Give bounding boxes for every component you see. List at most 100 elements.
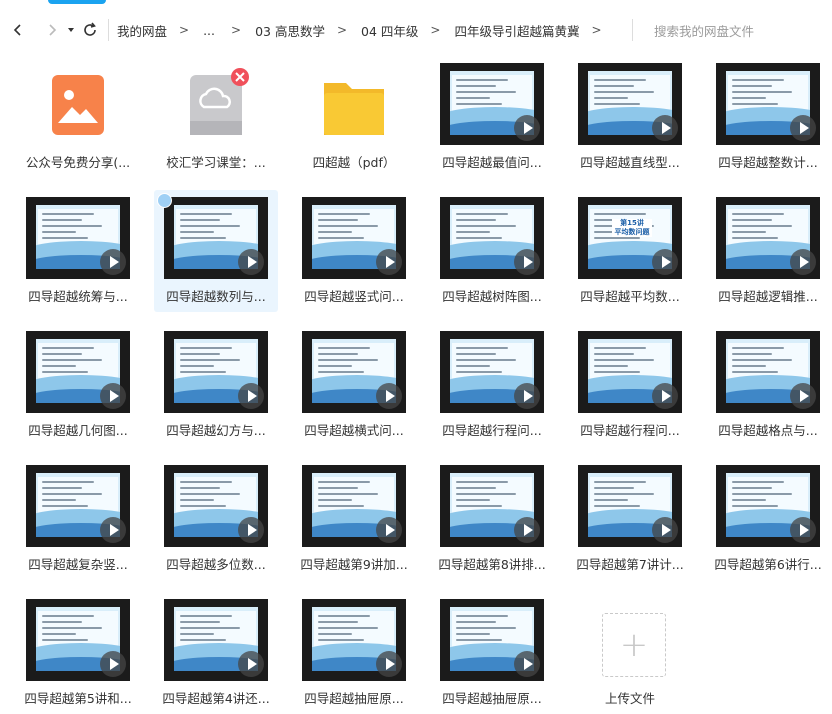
play-icon[interactable] [238,517,264,543]
video-thumbnail [26,197,130,279]
file-item[interactable]: 公众号免费分享(... [16,56,140,178]
refresh-button[interactable] [78,18,102,42]
video-thumbnail [578,465,682,547]
breadcrumb-item-root[interactable]: 我的网盘 [117,21,167,40]
file-name-label: 四导超越复杂竖... [28,557,128,572]
play-icon[interactable] [376,383,402,409]
slide-text-line [594,371,640,373]
plus-icon[interactable]: + [602,613,666,677]
file-item[interactable]: 第15讲 平均数问题 四导超越平均数... [568,190,692,312]
file-item[interactable]: 四导超越最值问... [430,56,554,178]
play-icon[interactable] [100,651,126,677]
file-name-label: 四导超越抽屉原... [442,691,542,706]
file-item[interactable]: 四导超越第5讲和... [16,592,140,714]
file-name-label: 四导超越最值问... [442,155,542,170]
breadcrumb-separator: > [231,23,242,37]
video-thumbnail [26,465,130,547]
play-icon[interactable] [238,651,264,677]
file-item[interactable]: 四导超越行程问... [430,324,554,446]
file-item[interactable]: 四导超越数列与... [154,190,278,312]
slide-text-line [42,499,76,501]
slide-text-line [594,481,646,483]
selection-checkbox[interactable] [157,193,172,208]
play-icon[interactable] [790,517,816,543]
file-name-label: 四导超越树阵图... [442,289,542,304]
breadcrumb-item-current[interactable]: 四年级导引超越篇黄冀 [454,21,579,40]
video-thumbnail [302,197,406,279]
play-icon[interactable] [514,651,540,677]
slide-text-line [732,359,792,361]
file-item[interactable]: 四导超越几何图... [16,324,140,446]
file-item[interactable]: 四导超越竖式问... [292,190,416,312]
video-thumbnail [164,197,268,279]
slide-text-line [732,103,778,105]
upload-tile: + [568,599,692,681]
play-icon[interactable] [790,115,816,141]
file-item[interactable]: 四导超越多位数... [154,458,278,580]
file-item[interactable]: 四导超越抽屉原... [292,592,416,714]
play-icon[interactable] [790,249,816,275]
slide-text-line [732,499,766,501]
breadcrumb-item-gaosi[interactable]: 03 高思数学 [255,21,325,40]
file-item[interactable]: 四导超越幻方与... [154,324,278,446]
slide-text-line [456,91,516,93]
file-item[interactable]: 四导超越树阵图... [430,190,554,312]
play-icon[interactable] [790,383,816,409]
play-icon[interactable] [652,115,678,141]
play-icon[interactable] [238,383,264,409]
toolbar: 我的网盘 > ... > 03 高思数学 > 04 四年级 > 四年级导引超越篇… [0,12,832,48]
file-item[interactable]: 四导超越抽屉原... [430,592,554,714]
file-item[interactable]: 四导超越第9讲加... [292,458,416,580]
play-icon[interactable] [652,249,678,275]
file-name-label: 四导超越幻方与... [166,423,266,438]
file-item[interactable]: 四导超越复杂竖... [16,458,140,580]
breadcrumb-separator: > [430,23,441,37]
file-name-label: 四导超越第9讲加... [300,557,408,572]
slide-text-line [594,365,628,367]
slide-text-line [318,213,370,215]
play-icon[interactable] [652,517,678,543]
file-item[interactable]: 四导超越第4讲还... [154,592,278,714]
slide-text-line [456,97,490,99]
history-dropdown-button[interactable] [64,18,78,42]
play-icon[interactable] [652,383,678,409]
breadcrumb-item-ellipsis[interactable]: ... [203,23,215,38]
play-icon[interactable] [514,383,540,409]
back-button[interactable] [6,18,30,42]
file-item[interactable]: 四导超越第7讲计... [568,458,692,580]
file-name-label: 四导超越整数计... [718,155,818,170]
play-icon[interactable] [100,517,126,543]
slide-text-line [318,627,378,629]
search-input[interactable] [642,16,832,46]
file-item[interactable]: 四导超越第8讲排... [430,458,554,580]
slide-text-line [456,371,502,373]
video-thumbnail [440,63,544,145]
forward-button[interactable] [40,18,64,42]
play-icon[interactable] [376,517,402,543]
play-icon[interactable] [238,249,264,275]
file-item[interactable]: 校汇学习课堂：... [154,56,278,178]
play-icon[interactable] [100,383,126,409]
play-icon[interactable] [376,651,402,677]
file-item[interactable]: 四导超越统筹与... [16,190,140,312]
play-icon[interactable] [514,517,540,543]
file-item[interactable]: 四导超越整数计... [706,56,830,178]
file-item[interactable]: 四导超越直线型... [568,56,692,178]
upload-file-button[interactable]: + 上传文件 [568,592,692,714]
play-icon[interactable] [100,249,126,275]
file-item[interactable]: 四导超越第6讲行... [706,458,830,580]
slide-text-line [180,365,214,367]
video-thumbnail [164,599,268,681]
file-item[interactable]: 四导超越横式问... [292,324,416,446]
file-item[interactable]: 四导超越逻辑推... [706,190,830,312]
file-item[interactable]: 四超越（pdf） [292,56,416,178]
file-item[interactable]: 四导超越行程问... [568,324,692,446]
slide-text-line [318,237,364,239]
play-icon[interactable] [376,249,402,275]
video-thumbnail [302,331,406,413]
file-item[interactable]: 四导超越格点与... [706,324,830,446]
play-icon[interactable] [514,249,540,275]
breadcrumb-item-grade4[interactable]: 04 四年级 [361,21,418,40]
play-icon[interactable] [514,115,540,141]
slide-text-line [732,231,766,233]
